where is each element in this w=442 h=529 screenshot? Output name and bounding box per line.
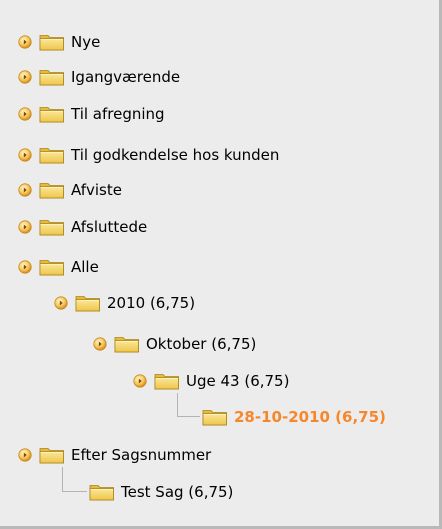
expand-toggle-icon[interactable] — [18, 70, 32, 84]
folder-icon — [114, 335, 140, 353]
expand-toggle-icon[interactable] — [54, 296, 68, 310]
tree-node-label: Uge 43 (6,75) — [186, 372, 290, 390]
tree-node-label: Afviste — [71, 181, 122, 199]
tree-node-label: Igangværende — [71, 68, 181, 86]
tree-node-label: Afsluttede — [71, 218, 148, 236]
tree-node-alle[interactable]: Alle — [18, 256, 99, 278]
folder-icon — [39, 258, 65, 276]
expand-toggle-icon[interactable] — [93, 337, 107, 351]
tree-node-label: Til afregning — [71, 105, 165, 123]
folder-icon — [75, 294, 101, 312]
expand-toggle-icon[interactable] — [18, 35, 32, 49]
tree-node-test-sag[interactable]: Test Sag (6,75) — [89, 481, 233, 503]
tree-node-afsluttede[interactable]: Afsluttede — [18, 216, 147, 238]
expand-toggle-icon[interactable] — [18, 260, 32, 274]
folder-icon — [154, 372, 180, 390]
tree-connector-line — [62, 467, 87, 492]
tree-node-label: 2010 (6,75) — [107, 294, 196, 312]
folder-icon — [39, 446, 65, 464]
folder-icon — [39, 68, 65, 86]
tree-node-label: Efter Sagsnummer — [71, 446, 212, 464]
folder-icon — [39, 105, 65, 123]
tree-node-nye[interactable]: Nye — [18, 31, 100, 53]
expand-toggle-icon[interactable] — [18, 183, 32, 197]
tree-node-uge-43[interactable]: Uge 43 (6,75) — [133, 370, 289, 392]
folder-tree-panel: Nye Igangværende Til afregning Til godke… — [0, 0, 442, 529]
folder-icon — [39, 146, 65, 164]
folder-icon — [202, 408, 228, 426]
folder-icon — [39, 218, 65, 236]
folder-icon — [39, 33, 65, 51]
tree-node-oktober[interactable]: Oktober (6,75) — [93, 333, 256, 355]
tree-node-afviste[interactable]: Afviste — [18, 179, 122, 201]
tree-node-label: Alle — [71, 258, 99, 276]
folder-tree: Nye Igangværende Til afregning Til godke… — [0, 0, 439, 526]
expand-toggle-icon[interactable] — [18, 148, 32, 162]
tree-connector-line — [177, 393, 200, 417]
tree-node-til-godkendelse[interactable]: Til godkendelse hos kunden — [18, 144, 279, 166]
folder-icon — [89, 483, 115, 501]
tree-node-label: Nye — [71, 33, 101, 51]
tree-node-efter-sagsnummer[interactable]: Efter Sagsnummer — [18, 444, 211, 466]
tree-node-til-afregning[interactable]: Til afregning — [18, 103, 165, 125]
tree-node-2010[interactable]: 2010 (6,75) — [54, 292, 195, 314]
expand-toggle-icon[interactable] — [18, 448, 32, 462]
folder-icon — [39, 181, 65, 199]
expand-toggle-icon[interactable] — [18, 107, 32, 121]
expand-toggle-icon[interactable] — [133, 374, 147, 388]
expand-toggle-icon[interactable] — [18, 220, 32, 234]
tree-node-label: Til godkendelse hos kunden — [71, 146, 280, 164]
tree-node-igangvaerende[interactable]: Igangværende — [18, 66, 180, 88]
tree-node-label: Test Sag (6,75) — [121, 483, 234, 501]
tree-node-28-10-2010[interactable]: 28-10-2010 (6,75) — [202, 406, 386, 428]
tree-node-label-selected: 28-10-2010 (6,75) — [234, 408, 386, 426]
tree-node-label: Oktober (6,75) — [146, 335, 257, 353]
